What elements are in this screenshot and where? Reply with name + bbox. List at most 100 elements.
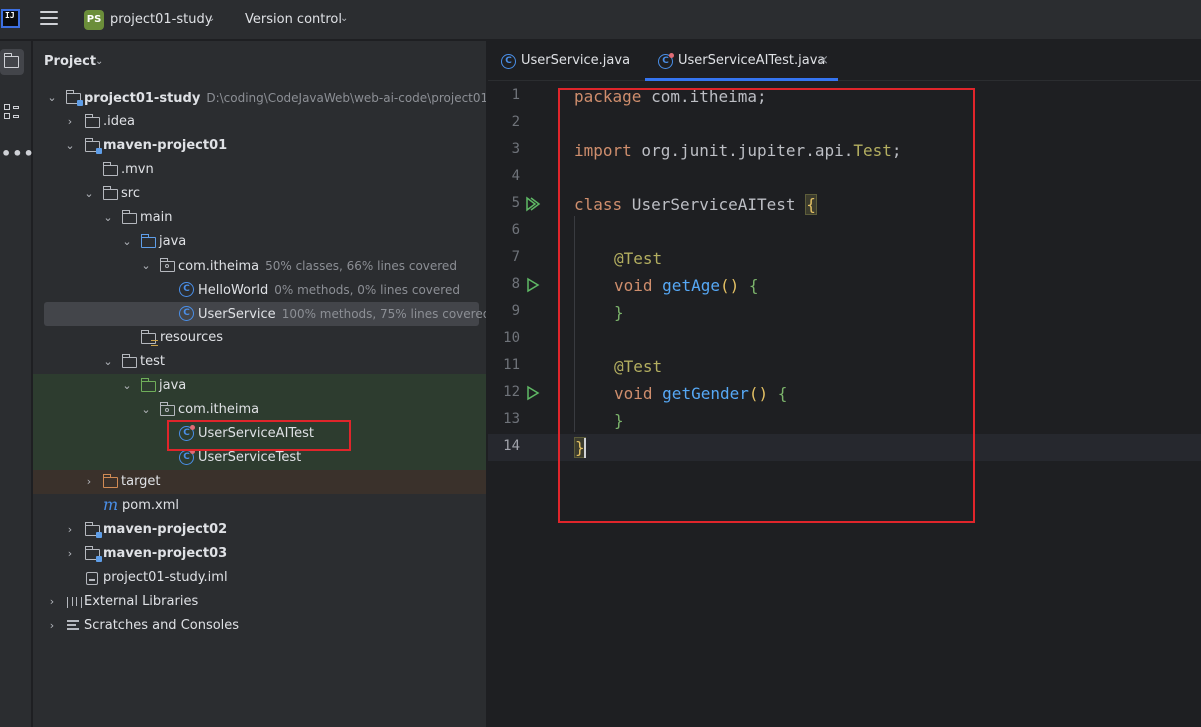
module-folder-icon <box>84 522 102 538</box>
run-test-icon[interactable] <box>525 277 540 293</box>
app-logo[interactable]: IJ <box>1 9 20 28</box>
line-number: 5 <box>511 195 520 211</box>
line-number: 12 <box>503 384 520 400</box>
line-number: 10 <box>503 330 520 346</box>
tree-item[interactable]: › External Libraries <box>33 590 486 614</box>
tab-userserviceaitest[interactable]: C UserServiceAITest.java × <box>645 41 838 81</box>
resources-folder-icon <box>140 330 158 346</box>
tree-item[interactable]: ⌄ test <box>33 350 486 374</box>
chevron-right-icon[interactable]: › <box>64 542 76 566</box>
run-test-icon[interactable] <box>525 385 540 401</box>
project-tool-button[interactable] <box>0 49 24 75</box>
chevron-down-icon[interactable]: ⌄ <box>102 206 114 230</box>
line-number: 3 <box>511 141 520 157</box>
tree-item[interactable]: › target <box>33 470 486 494</box>
line-number: 9 <box>511 303 520 319</box>
main-menu-icon[interactable] <box>40 11 58 27</box>
structure-tool-button[interactable] <box>0 99 24 125</box>
folder-icon <box>121 210 137 224</box>
tree-item-selected[interactable]: C UserService 100% methods, 75% lines cov… <box>44 302 486 326</box>
close-icon[interactable]: × <box>818 41 829 81</box>
chevron-down-icon[interactable]: ⌄ <box>140 254 152 278</box>
structure-icon <box>4 104 19 121</box>
chevron-down-icon[interactable]: ⌄ <box>207 13 215 24</box>
class-icon: C <box>179 282 194 297</box>
module-folder-icon <box>84 546 102 562</box>
tree-item[interactable]: m pom.xml <box>33 494 486 518</box>
chevron-down-icon[interactable]: ⌄ <box>95 56 103 67</box>
chevron-down-icon[interactable]: ⌄ <box>140 398 152 422</box>
line-number: 1 <box>511 87 520 103</box>
tree-item[interactable]: ⌄ src <box>33 182 486 206</box>
test-class-icon: C <box>179 449 195 465</box>
highlight-box <box>558 88 975 523</box>
folder-icon <box>84 114 100 128</box>
tree-item[interactable]: ⌄ maven-project01 <box>33 134 486 158</box>
highlight-box <box>167 420 351 451</box>
chevron-right-icon[interactable]: › <box>64 110 76 134</box>
panel-title[interactable]: Project <box>44 54 96 69</box>
tree-item[interactable]: ⌄ java <box>33 374 486 398</box>
chevron-right-icon[interactable]: › <box>46 614 58 638</box>
project-tree: ⌄ project01-study D:\coding\CodeJavaWeb\w… <box>33 86 486 638</box>
project-panel: Project ⌄ ⌄ project01-study D:\coding\Cod… <box>33 41 486 727</box>
tree-item[interactable]: › maven-project03 <box>33 542 486 566</box>
class-icon: C <box>501 54 516 69</box>
tree-item[interactable]: resources <box>33 326 486 350</box>
tree-item[interactable]: ⌄ project01-study D:\coding\CodeJavaWeb\w… <box>33 86 486 110</box>
run-all-tests-icon[interactable] <box>525 196 541 212</box>
editor-tabs: C UserService.java C UserServiceAITest.j… <box>488 41 1201 81</box>
tree-item[interactable]: .mvn <box>33 158 486 182</box>
tree-item[interactable]: › maven-project02 <box>33 518 486 542</box>
tree-item[interactable]: C HelloWorld 0% methods, 0% lines covered <box>33 278 486 302</box>
libraries-icon <box>67 597 82 608</box>
line-number: 6 <box>511 222 520 238</box>
source-folder-icon <box>140 234 156 248</box>
project-folder-icon <box>3 53 19 68</box>
chevron-right-icon[interactable]: › <box>46 590 58 614</box>
line-number: 2 <box>511 114 520 130</box>
tree-item[interactable]: › Scratches and Consoles <box>33 614 486 638</box>
line-number: 8 <box>511 276 520 292</box>
tree-item[interactable]: › .idea <box>33 110 486 134</box>
tree-item[interactable]: ⌄ main <box>33 206 486 230</box>
title-bar: IJ PS project01-study ⌄ Version control … <box>0 0 1201 40</box>
project-badge[interactable]: PS <box>84 10 104 30</box>
chevron-down-icon[interactable]: ⌄ <box>83 182 95 206</box>
version-control-menu[interactable]: Version control <box>245 12 342 27</box>
chevron-down-icon[interactable]: ⌄ <box>64 134 76 158</box>
test-source-folder-icon <box>140 378 156 392</box>
more-icon[interactable]: ••• <box>1 144 35 163</box>
chevron-down-icon[interactable]: ⌄ <box>102 350 114 374</box>
package-icon <box>159 402 175 416</box>
line-number: 4 <box>511 168 520 184</box>
chevron-down-icon[interactable]: ⌄ <box>46 86 58 110</box>
class-icon: C <box>179 306 194 321</box>
chevron-right-icon[interactable]: › <box>64 518 76 542</box>
line-number: 13 <box>503 411 520 427</box>
module-folder-icon <box>84 138 102 154</box>
chevron-down-icon[interactable]: ⌄ <box>121 374 133 398</box>
iml-file-icon <box>86 572 98 585</box>
tree-item[interactable]: ⌄ com.itheima <box>33 398 486 422</box>
line-number: 14 <box>503 438 520 454</box>
line-number: 11 <box>503 357 520 373</box>
folder-icon <box>102 186 118 200</box>
tree-item[interactable]: project01-study.iml <box>33 566 486 590</box>
tab-userservice[interactable]: C UserService.java <box>488 41 643 81</box>
folder-icon <box>121 354 137 368</box>
folder-icon <box>102 162 118 176</box>
tree-item[interactable]: ⌄ java <box>33 230 486 254</box>
scratches-icon <box>67 620 82 632</box>
chevron-down-icon[interactable]: ⌄ <box>340 13 348 24</box>
package-icon <box>159 258 175 272</box>
project-switcher[interactable]: project01-study <box>110 12 212 27</box>
tree-item[interactable]: ⌄ com.itheima 50% classes, 66% lines cove… <box>33 254 486 278</box>
maven-file-icon: m <box>103 495 119 514</box>
test-class-icon: C <box>658 53 674 69</box>
tool-window-strip: ••• <box>0 41 35 727</box>
line-number: 7 <box>511 249 520 265</box>
chevron-right-icon[interactable]: › <box>83 470 95 494</box>
excluded-folder-icon <box>102 474 118 488</box>
chevron-down-icon[interactable]: ⌄ <box>121 230 133 254</box>
